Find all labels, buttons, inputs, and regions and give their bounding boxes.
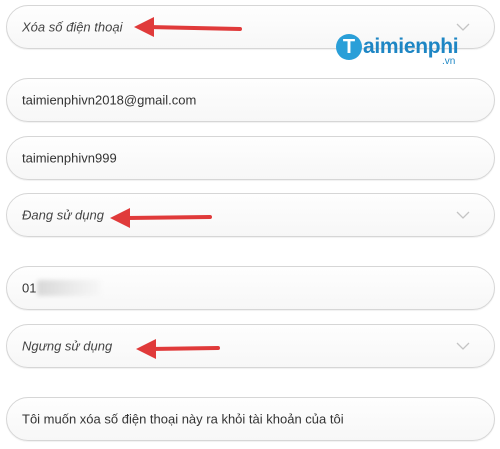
status-select-top-value: Xóa số điện thoại [22,19,123,35]
chevron-down-icon [456,23,470,31]
username-value: taimienphivn999 [22,150,117,166]
phone-prefix: 01 [22,280,37,296]
email-field[interactable]: taimienphivn2018@gmail.com [6,78,495,122]
red-arrow-annotation-2 [110,208,212,228]
status-select-middle[interactable]: Đang sử dụng [6,193,495,237]
note-value: Tôi muốn xóa số điện thoại này ra khỏi t… [22,411,344,427]
red-arrow-annotation-1 [134,17,242,37]
logo-letter: T [336,34,362,60]
blurred-phone-number [37,280,101,296]
username-field[interactable]: taimienphivn999 [6,136,495,180]
chevron-down-icon [456,211,470,219]
chevron-down-icon [456,342,470,350]
logo-suffix: .vn [442,56,456,67]
phone-field[interactable]: 01 [6,266,495,310]
status-select-bottom[interactable]: Ngưng sử dụng [6,324,495,368]
red-arrow-annotation-3 [136,339,220,359]
taimienphi-logo: T aimienphi .vn [336,32,464,68]
status-select-middle-value: Đang sử dụng [22,207,104,223]
email-value: taimienphivn2018@gmail.com [22,92,197,108]
status-select-bottom-value: Ngưng sử dụng [22,338,113,354]
note-field[interactable]: Tôi muốn xóa số điện thoại này ra khỏi t… [6,397,495,441]
